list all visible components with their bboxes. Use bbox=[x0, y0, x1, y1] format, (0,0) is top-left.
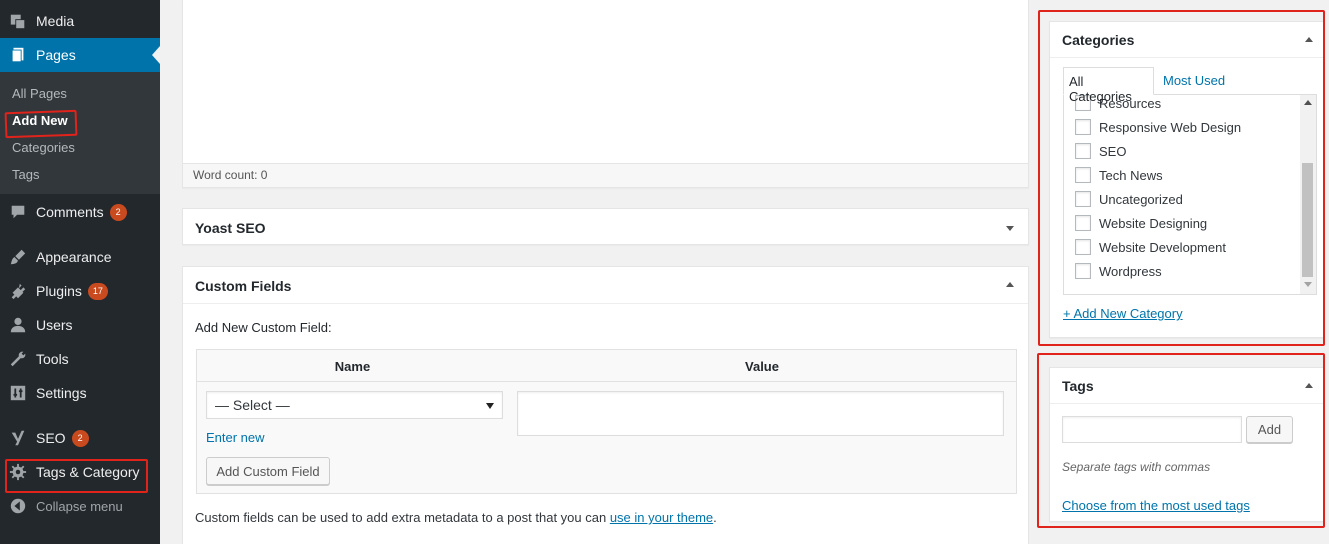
annotation-tags-category bbox=[5, 459, 148, 493]
column-name: Name bbox=[334, 359, 371, 374]
select-value: — Select — bbox=[215, 397, 290, 413]
enter-new-link[interactable]: Enter new bbox=[206, 430, 265, 445]
menu-appearance-label: Appearance bbox=[36, 249, 112, 265]
menu-tools[interactable]: Tools bbox=[0, 342, 160, 376]
menu-media-label: Media bbox=[36, 13, 75, 29]
yoast-seo-title: Yoast SEO bbox=[195, 220, 266, 236]
menu-seo[interactable]: SEO 2 bbox=[0, 421, 160, 455]
yoast-seo-icon bbox=[8, 428, 28, 448]
menu-settings[interactable]: Settings bbox=[0, 376, 160, 410]
column-value: Value bbox=[745, 359, 779, 374]
collapse-menu-button[interactable]: Collapse menu bbox=[0, 489, 160, 523]
menu-settings-label: Settings bbox=[36, 385, 87, 401]
custom-fields-header[interactable]: Custom Fields bbox=[183, 267, 1028, 304]
appearance-brush-icon bbox=[8, 247, 28, 267]
custom-fields-metabox: Custom Fields Add New Custom Field: Name… bbox=[182, 266, 1029, 544]
content-editor[interactable]: Word count: 0 bbox=[182, 0, 1029, 188]
chevron-down-icon[interactable] bbox=[1006, 226, 1014, 231]
media-icon bbox=[8, 11, 28, 31]
menu-users[interactable]: Users bbox=[0, 308, 160, 342]
comments-icon bbox=[8, 202, 28, 222]
menu-plugins-label: Plugins bbox=[36, 283, 82, 299]
custom-fields-table-header: Name Value bbox=[197, 350, 1016, 382]
menu-pages-label: Pages bbox=[36, 47, 76, 63]
add-custom-field-button[interactable]: Add Custom Field bbox=[206, 457, 330, 485]
annotation-tags-box bbox=[1037, 353, 1325, 528]
menu-tools-label: Tools bbox=[36, 351, 69, 367]
chevron-up-icon[interactable] bbox=[1006, 282, 1014, 287]
comments-count-badge: 2 bbox=[109, 203, 127, 221]
annotation-categories-box bbox=[1038, 10, 1325, 346]
annotation-add-new bbox=[4, 109, 78, 139]
menu-pages[interactable]: Pages bbox=[0, 38, 160, 72]
custom-fields-note: Custom fields can be used to add extra m… bbox=[195, 510, 717, 525]
menu-users-label: Users bbox=[36, 317, 73, 333]
dropdown-arrow-icon bbox=[486, 403, 494, 409]
custom-fields-note-text: Custom fields can be used to add extra m… bbox=[195, 510, 607, 525]
use-in-your-theme-link[interactable]: use in your theme bbox=[610, 510, 713, 525]
tools-wrench-icon bbox=[8, 349, 28, 369]
yoast-seo-metabox[interactable]: Yoast SEO bbox=[182, 208, 1029, 245]
custom-field-name-select[interactable]: — Select — bbox=[206, 391, 503, 419]
add-new-custom-field-label: Add New Custom Field: bbox=[195, 320, 332, 335]
collapse-arrow-icon bbox=[8, 496, 28, 516]
menu-comments[interactable]: Comments 2 bbox=[0, 195, 160, 229]
settings-icon bbox=[8, 383, 28, 403]
menu-appearance[interactable]: Appearance bbox=[0, 240, 160, 274]
submenu-categories[interactable]: Categories bbox=[12, 140, 75, 155]
menu-plugins[interactable]: Plugins 17 bbox=[0, 274, 160, 308]
custom-fields-title: Custom Fields bbox=[195, 278, 292, 294]
custom-fields-note-end: . bbox=[713, 510, 717, 525]
plugins-icon bbox=[8, 281, 28, 301]
tab-all-categories[interactable]: All Categories bbox=[1063, 67, 1154, 104]
seo-notification-badge: 2 bbox=[71, 429, 89, 447]
menu-media[interactable]: Media bbox=[0, 4, 160, 38]
submenu-all-pages[interactable]: All Pages bbox=[12, 86, 67, 101]
word-count: Word count: 0 bbox=[183, 163, 1028, 187]
users-icon bbox=[8, 315, 28, 335]
menu-comments-label: Comments bbox=[36, 204, 104, 220]
custom-fields-table: Name Value — Select — Enter new Add Cust… bbox=[196, 349, 1017, 494]
pages-icon bbox=[8, 45, 28, 65]
plugins-update-badge: 17 bbox=[87, 282, 108, 300]
collapse-menu-label: Collapse menu bbox=[36, 498, 123, 514]
menu-seo-label: SEO bbox=[36, 430, 66, 446]
custom-field-value-textarea[interactable] bbox=[517, 391, 1004, 436]
submenu-tags[interactable]: Tags bbox=[12, 167, 39, 182]
